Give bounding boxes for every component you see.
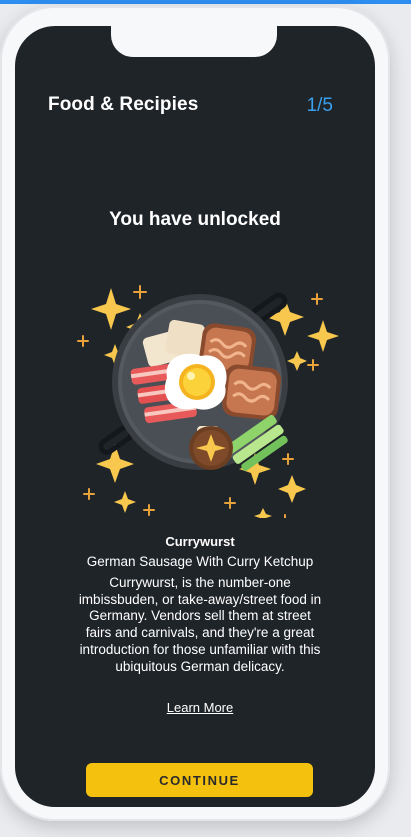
page-counter: 1/5: [306, 95, 333, 116]
phone-notch: [111, 26, 277, 57]
item-subtitle: German Sausage With Curry Ketchup: [86, 554, 314, 569]
pan-of-food-with-sparkles-icon: [77, 285, 339, 519]
continue-button[interactable]: CONTINUE: [86, 763, 313, 797]
phone-frame: Food & Recipies 1/5 You have unlocked Cu…: [0, 6, 390, 821]
app-screen: Food & Recipies 1/5 You have unlocked Cu…: [15, 26, 375, 807]
item-name: Currywurst: [165, 534, 235, 549]
item-description: Currywurst, is the number-one imbissbude…: [78, 575, 322, 674]
food-pan-illustration: [55, 258, 345, 519]
unlocked-heading: You have unlocked: [109, 209, 281, 230]
browser-top-strip: [0, 0, 411, 4]
page-title: Food & Recipies: [48, 94, 199, 115]
learn-more-link[interactable]: Learn More: [15, 700, 375, 715]
